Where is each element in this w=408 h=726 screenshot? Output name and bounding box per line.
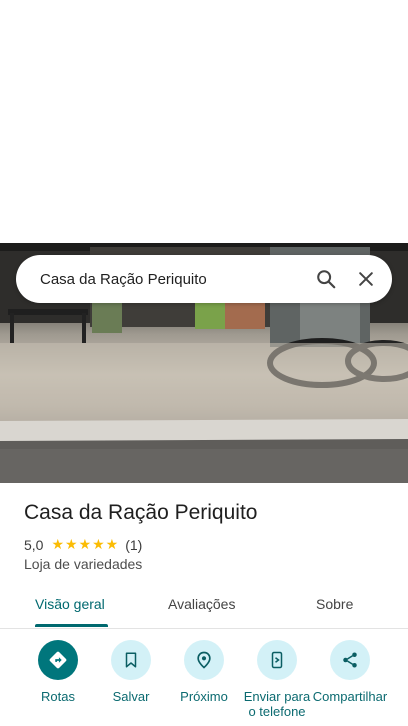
nearby-button[interactable]: Próximo [166, 640, 242, 704]
share-button[interactable]: Compartilhar [312, 640, 388, 704]
directions-label: Rotas [41, 689, 75, 704]
nearby-icon [184, 640, 224, 680]
rating-row[interactable]: 5,0 ★★★★★ (1) [24, 536, 142, 553]
search-bar[interactable]: Casa da Ração Periquito [16, 255, 392, 303]
directions-button[interactable]: Rotas [20, 640, 96, 704]
review-count[interactable]: (1) [125, 537, 142, 553]
active-tab-indicator [35, 624, 108, 627]
close-icon[interactable] [346, 259, 386, 299]
rating-value: 5,0 [24, 536, 44, 553]
send-to-phone-button[interactable]: Enviar para o telefone [239, 640, 315, 719]
place-title: Casa da Ração Periquito [24, 501, 258, 524]
send-to-phone-icon [257, 640, 297, 680]
place-category: Loja de variedades [24, 556, 143, 572]
send-to-phone-label: Enviar para o telefone [243, 689, 311, 719]
bookmark-icon [111, 640, 151, 680]
share-label: Compartilhar [312, 689, 388, 704]
action-bar: Rotas Salvar Próximo Enviar para o telef… [0, 640, 408, 726]
share-icon [330, 640, 370, 680]
rating-stars: ★★★★★ [51, 536, 120, 552]
tab-bar: Visão geral Avaliações Sobre [0, 586, 408, 629]
map-area[interactable] [0, 0, 408, 243]
search-input[interactable]: Casa da Ração Periquito [40, 271, 306, 288]
save-label: Salvar [112, 689, 150, 704]
tab-overview[interactable]: Visão geral [35, 596, 105, 612]
search-icon[interactable] [306, 259, 346, 299]
nearby-label: Próximo [180, 689, 228, 704]
directions-icon [38, 640, 78, 680]
save-button[interactable]: Salvar [93, 640, 169, 704]
tab-about[interactable]: Sobre [316, 596, 353, 612]
tab-reviews[interactable]: Avaliações [168, 596, 235, 612]
